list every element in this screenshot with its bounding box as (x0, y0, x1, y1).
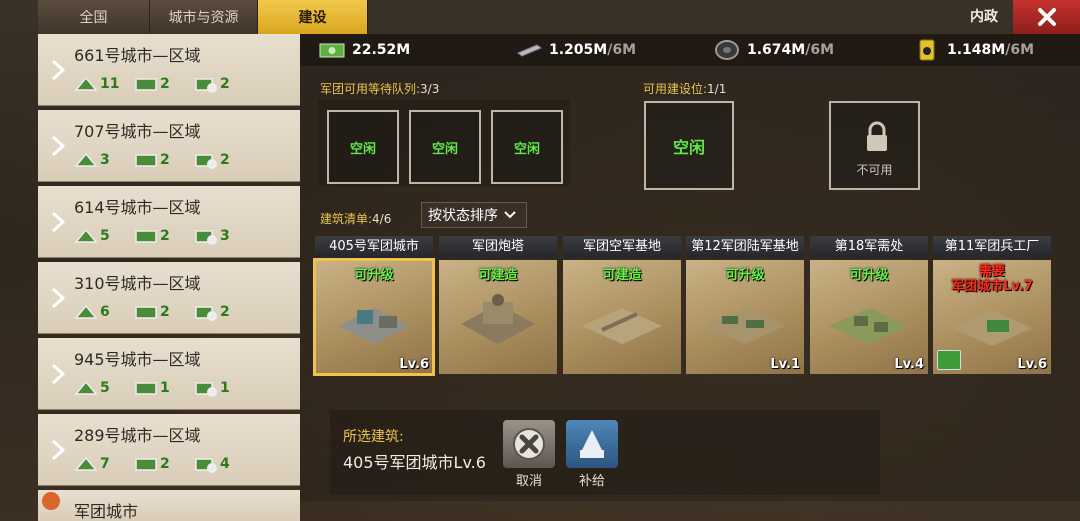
upgrade-icon (195, 306, 217, 321)
chevron-right-icon (51, 211, 66, 233)
building-image: 可升级 Lv.6 (313, 258, 435, 376)
star-badge-icon (42, 492, 60, 510)
chevron-right-icon (51, 363, 66, 385)
lock-icon (867, 121, 887, 151)
building-image: 可升级 Lv.4 (810, 260, 928, 374)
resource-oil: 1.148M/6M (913, 38, 1034, 62)
build-slot-icon (74, 152, 98, 167)
city-item-707[interactable]: 707号城市—区域 3 2 2 (38, 110, 300, 182)
supply-badge-icon (937, 350, 961, 370)
city-list: 661号城市—区域 11 2 2 707号城市—区域 3 2 2 614号城市—… (38, 34, 300, 521)
cancel-label: 取消 (515, 474, 542, 489)
build-list-label: 建筑清单:4/6 (320, 212, 392, 226)
building-card-turret[interactable]: 军团炮塔 可建造 (439, 236, 557, 376)
supply-button[interactable] (566, 420, 618, 468)
city-name: 310号城市—区域 (74, 274, 201, 293)
cancel-button[interactable] (503, 420, 555, 468)
building-card-airbase[interactable]: 军团空军基地 可建造 (563, 236, 681, 376)
page-title: 内政 (970, 9, 998, 25)
city-building-icon (339, 308, 409, 344)
building-image: 可升级 Lv.1 (686, 260, 804, 374)
close-icon (1037, 8, 1056, 26)
city-item-289[interactable]: 289号城市—区域 7 2 4 (38, 414, 300, 486)
supply-icon (135, 78, 157, 91)
supply-icon (135, 458, 157, 471)
cash-icon (319, 43, 345, 58)
city-item-945[interactable]: 945号城市—区域 5 1 1 (38, 338, 300, 410)
locked-build-slot: 不可用 (829, 101, 920, 190)
queue-slot-2[interactable]: 空闲 (409, 110, 481, 184)
building-card-army-base[interactable]: 第12军团陆军基地 可升级 Lv.1 (686, 236, 804, 376)
chevron-down-icon (504, 211, 516, 219)
oil-icon (919, 39, 935, 61)
selected-building-name: 405号军团城市Lv.6 (343, 453, 486, 472)
build-slot-icon (74, 456, 98, 471)
city-item-614[interactable]: 614号城市—区域 5 2 3 (38, 186, 300, 258)
build-slot[interactable]: 空闲 (644, 101, 734, 190)
upgrade-icon (195, 230, 217, 245)
upgrade-icon (195, 154, 217, 169)
chevron-right-icon (51, 59, 66, 81)
legion-city-label: 军团城市 (74, 502, 139, 521)
city-name: 289号城市—区域 (74, 426, 201, 445)
quartermaster-building-icon (829, 308, 909, 344)
build-slots-label: 可用建设位:1/1 (643, 82, 727, 96)
build-slot-icon (74, 228, 98, 243)
resource-steel: 1.205M/6M (515, 38, 636, 62)
supply-icon (135, 154, 157, 167)
army-base-building-icon (705, 308, 785, 344)
city-name: 661号城市—区域 (74, 46, 201, 65)
cancel-icon (513, 428, 545, 460)
building-card-city[interactable]: 405号军团城市 可升级 Lv.6 (313, 236, 435, 376)
upgrade-icon (195, 458, 217, 473)
supply-icon (580, 430, 604, 458)
building-card-arsenal[interactable]: 第11军团兵工厂 需要 军团城市Lv.7 Lv.6 (933, 236, 1051, 376)
legion-city-item[interactable]: 军团城市 (38, 490, 300, 521)
city-name: 945号城市—区域 (74, 350, 201, 369)
rubber-icon (715, 40, 739, 60)
selected-label: 所选建筑: (343, 429, 404, 445)
tab-national[interactable]: 全国 (38, 0, 150, 34)
building-image: 需要 军团城市Lv.7 Lv.6 (933, 260, 1051, 374)
chevron-right-icon (51, 439, 66, 461)
sort-dropdown[interactable]: 按状态排序 (421, 202, 527, 228)
building-image: 可建造 (563, 260, 681, 374)
chevron-right-icon (51, 135, 66, 157)
build-slot-icon (74, 380, 98, 395)
upgrade-icon (195, 78, 217, 93)
queue-label: 军团可用等待队列:3/3 (320, 82, 440, 96)
build-slot-icon (74, 304, 98, 319)
supply-icon (135, 382, 157, 395)
building-card-quartermaster[interactable]: 第18军需处 可升级 Lv.4 (810, 236, 928, 376)
city-name: 614号城市—区域 (74, 198, 201, 217)
city-item-310[interactable]: 310号城市—区域 6 2 2 (38, 262, 300, 334)
resource-cash: 22.52M (318, 38, 410, 62)
city-name: 707号城市—区域 (74, 122, 201, 141)
chevron-right-icon (51, 287, 66, 309)
resource-rubber: 1.674M/6M (713, 38, 834, 62)
supply-label: 补给 (578, 474, 605, 489)
airbase-building-icon (582, 308, 662, 344)
supply-icon (135, 306, 157, 319)
building-image: 可建造 (439, 260, 557, 374)
tab-bar: 全国 城市与资源 建设 (38, 0, 368, 34)
close-button[interactable] (1013, 0, 1080, 34)
supply-icon (135, 230, 157, 243)
turret-building-icon (461, 294, 535, 344)
city-item-661[interactable]: 661号城市—区域 11 2 2 (38, 34, 300, 106)
steel-icon (517, 44, 542, 57)
tab-construction[interactable]: 建设 (258, 0, 368, 34)
build-slot-icon (74, 76, 98, 91)
locked-label: 不可用 (856, 163, 893, 177)
queue-slot-3[interactable]: 空闲 (491, 110, 563, 184)
queue-slot-1[interactable]: 空闲 (327, 110, 399, 184)
arsenal-building-icon (952, 310, 1032, 346)
tab-cities-resources[interactable]: 城市与资源 (150, 0, 258, 34)
upgrade-icon (195, 382, 217, 397)
